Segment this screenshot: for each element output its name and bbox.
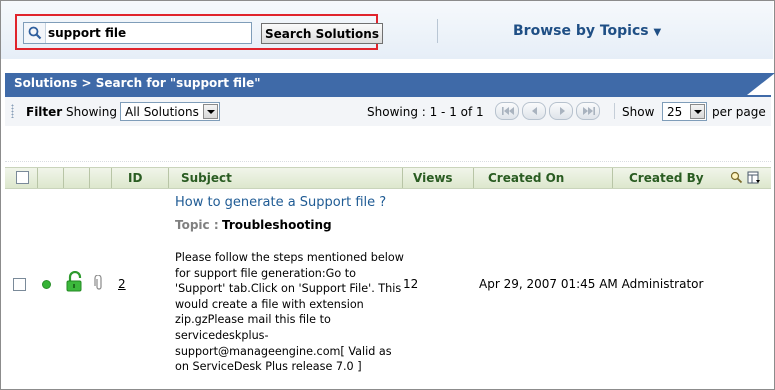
toolbar-spacer [5, 126, 771, 162]
prev-page-button[interactable] [522, 102, 546, 120]
divider [614, 103, 615, 119]
attachment-icon[interactable] [94, 275, 104, 291]
table-row: 2 How to generate a Support file ? Topic… [5, 189, 771, 379]
topic-value: Troubleshooting [222, 218, 332, 232]
filter-select[interactable]: All Solutions [120, 102, 220, 121]
showing-label: Showing [66, 105, 117, 119]
lock-column [64, 168, 90, 188]
per-page-label: per page [712, 105, 766, 119]
column-header-label: Subject [181, 171, 232, 185]
search-input[interactable] [48, 24, 248, 42]
next-page-icon [560, 107, 565, 115]
select-all-column [5, 168, 38, 188]
chevron-down-icon[interactable] [690, 104, 705, 119]
unlock-icon[interactable] [65, 271, 85, 293]
column-header-label: ID [128, 171, 143, 185]
first-page-icon [502, 107, 514, 115]
grip-handle-icon [11, 104, 14, 118]
title-bar: Solutions > Search for "support file" [5, 73, 775, 95]
chevron-down-icon[interactable] [203, 104, 218, 119]
next-page-button[interactable] [549, 102, 573, 120]
solution-description: Please follow the steps mentioned below … [175, 251, 404, 374]
column-chooser-icon[interactable] [747, 171, 761, 185]
select-all-checkbox[interactable] [16, 171, 29, 184]
attachment-column [90, 168, 112, 188]
topic-label: Topic : [175, 218, 219, 232]
search-highlight-box: Search Solutions [15, 14, 383, 50]
row-checkbox[interactable] [13, 278, 26, 291]
show-label: Show [622, 105, 655, 119]
column-header-id[interactable]: ID [112, 168, 169, 188]
column-header-label: Views [413, 171, 453, 185]
search-band: Search Solutions Browse by Topics ▼ [1, 1, 773, 59]
browse-label: Browse by Topics [513, 23, 649, 39]
column-header-views[interactable]: Views [403, 168, 474, 188]
filter-label: Filter [26, 105, 63, 119]
last-page-button[interactable] [576, 102, 600, 120]
column-header-created-on[interactable]: Created On [474, 168, 613, 188]
divider [437, 19, 438, 43]
chevron-down-icon: ▼ [653, 27, 662, 38]
views-count: 12 [403, 277, 419, 291]
solution-subject-link[interactable]: How to generate a Support file ? [175, 195, 386, 210]
created-on: Apr 29, 2007 01:45 AM [479, 277, 618, 291]
search-icon [24, 23, 46, 43]
search-solutions-button[interactable]: Search Solutions [261, 23, 383, 44]
result-range: Showing : 1 - 1 of 1 [367, 105, 484, 119]
filter-bar: Filter Showing All Solutions Showing : 1… [5, 97, 771, 126]
prev-page-icon [532, 107, 537, 115]
column-header-subject[interactable]: Subject [169, 168, 403, 188]
search-field[interactable] [23, 22, 252, 44]
column-header-label: Created On [488, 171, 565, 185]
table-header: ID Subject Views Created On Created By [5, 167, 771, 189]
created-by: Administrator [621, 277, 704, 291]
browse-by-topics-menu[interactable]: Browse by Topics ▼ [513, 23, 661, 39]
per-page-select[interactable]: 25 [662, 102, 707, 121]
column-search-icon[interactable] [730, 171, 743, 184]
first-page-button[interactable] [495, 102, 519, 120]
created-info: Apr 29, 2007 01:45 AM Administrator [479, 277, 703, 291]
last-page-icon [583, 107, 595, 115]
solution-id-link[interactable]: 2 [118, 277, 126, 291]
status-dot-icon [42, 280, 51, 289]
page-title: Solutions > Search for "support file" [14, 76, 261, 90]
title-bar-tail [747, 73, 775, 95]
filter-select-value: All Solutions [125, 105, 199, 119]
per-page-value: 25 [667, 105, 683, 119]
status-column [38, 168, 64, 188]
